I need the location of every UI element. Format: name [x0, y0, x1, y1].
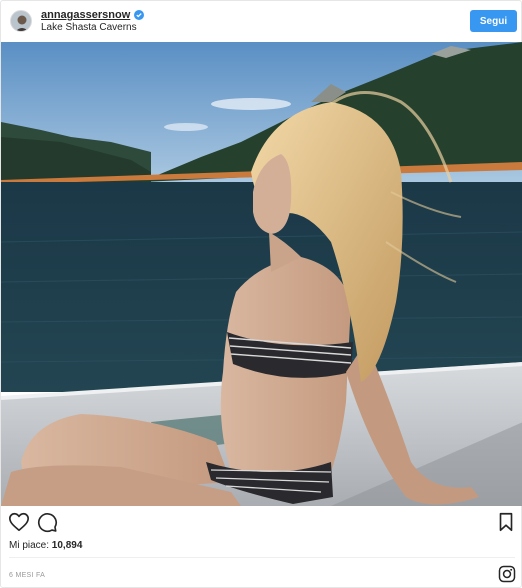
avatar[interactable]: [10, 10, 32, 32]
verified-badge-icon: [134, 10, 145, 20]
likes-number: 10,894: [51, 540, 83, 551]
bookmark-icon[interactable]: [495, 511, 517, 533]
username-row: annagassersnow: [41, 9, 145, 21]
heart-icon[interactable]: [8, 511, 30, 533]
location-link[interactable]: Lake Shasta Caverns: [41, 22, 137, 33]
follow-button[interactable]: Segui: [470, 10, 517, 32]
likes-count[interactable]: Mi piace: 10,894: [9, 540, 82, 551]
divider: [9, 557, 515, 558]
likes-label: Mi piace:: [9, 540, 52, 551]
instagram-embed-card: annagassersnow Lake Shasta Caverns Segui: [0, 0, 522, 588]
post-actions: [1, 511, 522, 535]
username-link[interactable]: annagassersnow: [41, 9, 130, 21]
instagram-logo-icon[interactable]: [498, 565, 516, 583]
post-photo[interactable]: [1, 42, 522, 506]
post-header: annagassersnow Lake Shasta Caverns Segui: [1, 1, 522, 41]
post-timestamp[interactable]: 6 MESI FA: [9, 572, 45, 579]
comment-icon[interactable]: [36, 511, 58, 533]
